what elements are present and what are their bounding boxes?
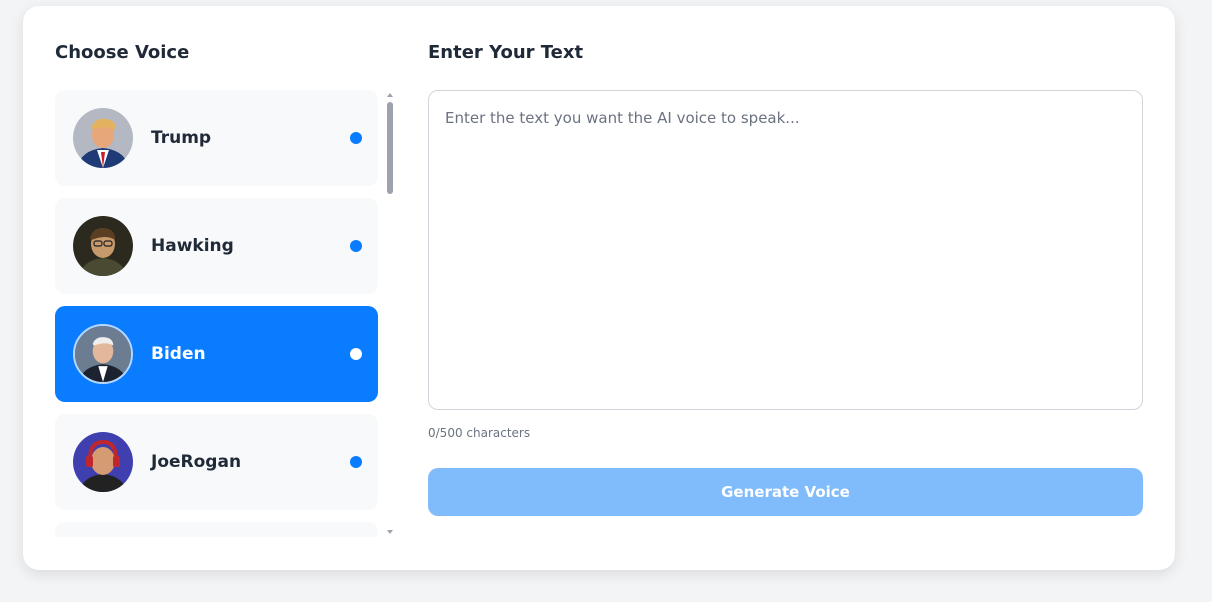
joerogan-avatar [73,432,133,492]
voice-item-hawking[interactable]: Hawking [55,198,378,294]
choose-voice-title: Choose Voice [55,42,190,63]
hawking-avatar [73,216,133,276]
voice-name: Trump [151,128,212,148]
voice-generator-card: Choose Voice Enter Your Text Trump Hawki… [23,6,1175,570]
selection-dot-icon [350,240,362,252]
selection-dot-icon [350,456,362,468]
character-count: 0/500 characters [428,426,531,440]
voice-name: JoeRogan [151,452,242,472]
voice-item-biden[interactable]: Biden [55,306,378,402]
voice-list-scrollbar[interactable] [384,90,396,537]
voice-item-partial[interactable] [55,522,378,537]
selection-dot-icon [350,348,362,360]
voice-item-joerogan[interactable]: JoeRogan [55,414,378,510]
scroll-down-icon[interactable] [387,530,393,534]
voice-list[interactable]: Trump Hawking Biden JoeRogan [55,90,395,537]
text-input[interactable] [428,90,1143,410]
voice-name: Biden [151,344,206,364]
enter-text-title: Enter Your Text [428,42,584,63]
generate-voice-button[interactable]: Generate Voice [428,468,1143,516]
selection-dot-icon [350,132,362,144]
voice-name: Hawking [151,236,234,256]
voice-item-trump[interactable]: Trump [55,90,378,186]
biden-avatar [73,324,133,384]
scroll-thumb[interactable] [387,102,393,194]
trump-avatar [73,108,133,168]
scroll-up-icon[interactable] [387,93,393,97]
